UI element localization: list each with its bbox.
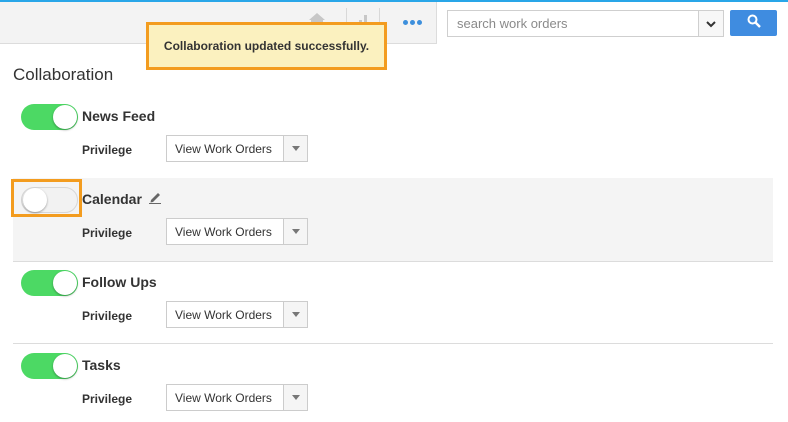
caret-down-icon [283,302,307,327]
privilege-select-value: View Work Orders [175,308,272,322]
calendar-toggle[interactable] [21,187,78,213]
privilege-select[interactable]: View Work Orders [166,301,308,328]
search-area [436,2,788,44]
privilege-select[interactable]: View Work Orders [166,384,308,411]
section-calendar: Calendar Privilege View Work Orders [11,178,773,261]
top-bar [0,0,788,44]
privilege-select-value: View Work Orders [175,391,272,405]
toggle-knob [53,105,77,129]
section-follow-ups: Follow Ups Privilege View Work Orders [13,261,773,344]
section-name: Calendar [82,191,142,207]
privilege-select-value: View Work Orders [175,142,272,156]
privilege-select[interactable]: View Work Orders [166,218,308,245]
privilege-select-value: View Work Orders [175,225,272,239]
privilege-label: Privilege [82,392,133,406]
tasks-toggle[interactable] [21,353,78,379]
privilege-select[interactable]: View Work Orders [166,135,308,162]
search-input[interactable] [447,10,698,37]
privilege-label: Privilege [82,309,133,323]
privilege-label: Privilege [82,143,133,157]
section-tasks: Tasks Privilege View Work Orders [13,344,773,422]
search-icon [747,14,761,33]
toast-message: Collaboration updated successfully. [163,39,370,53]
section-name: Follow Ups [82,274,157,290]
search-button[interactable] [730,10,777,36]
pencil-icon[interactable] [149,190,162,209]
toggle-knob [53,271,77,295]
caret-down-icon [283,219,307,244]
more-icon[interactable] [390,6,434,38]
caret-down-icon [283,385,307,410]
caret-down-icon [283,136,307,161]
toggle-knob [53,354,77,378]
success-toast: Collaboration updated successfully. [146,22,387,70]
chevron-down-icon [706,15,716,33]
privilege-label: Privilege [82,226,133,240]
section-news-feed: News Feed Privilege View Work Orders [13,95,773,178]
search-dropdown-button[interactable] [698,10,724,37]
follow-ups-toggle[interactable] [21,270,78,296]
toggle-knob [23,188,47,212]
page-title: Collaboration [13,65,114,84]
news-feed-toggle[interactable] [21,104,78,130]
section-name: News Feed [82,108,156,124]
section-name: Tasks [82,357,121,373]
